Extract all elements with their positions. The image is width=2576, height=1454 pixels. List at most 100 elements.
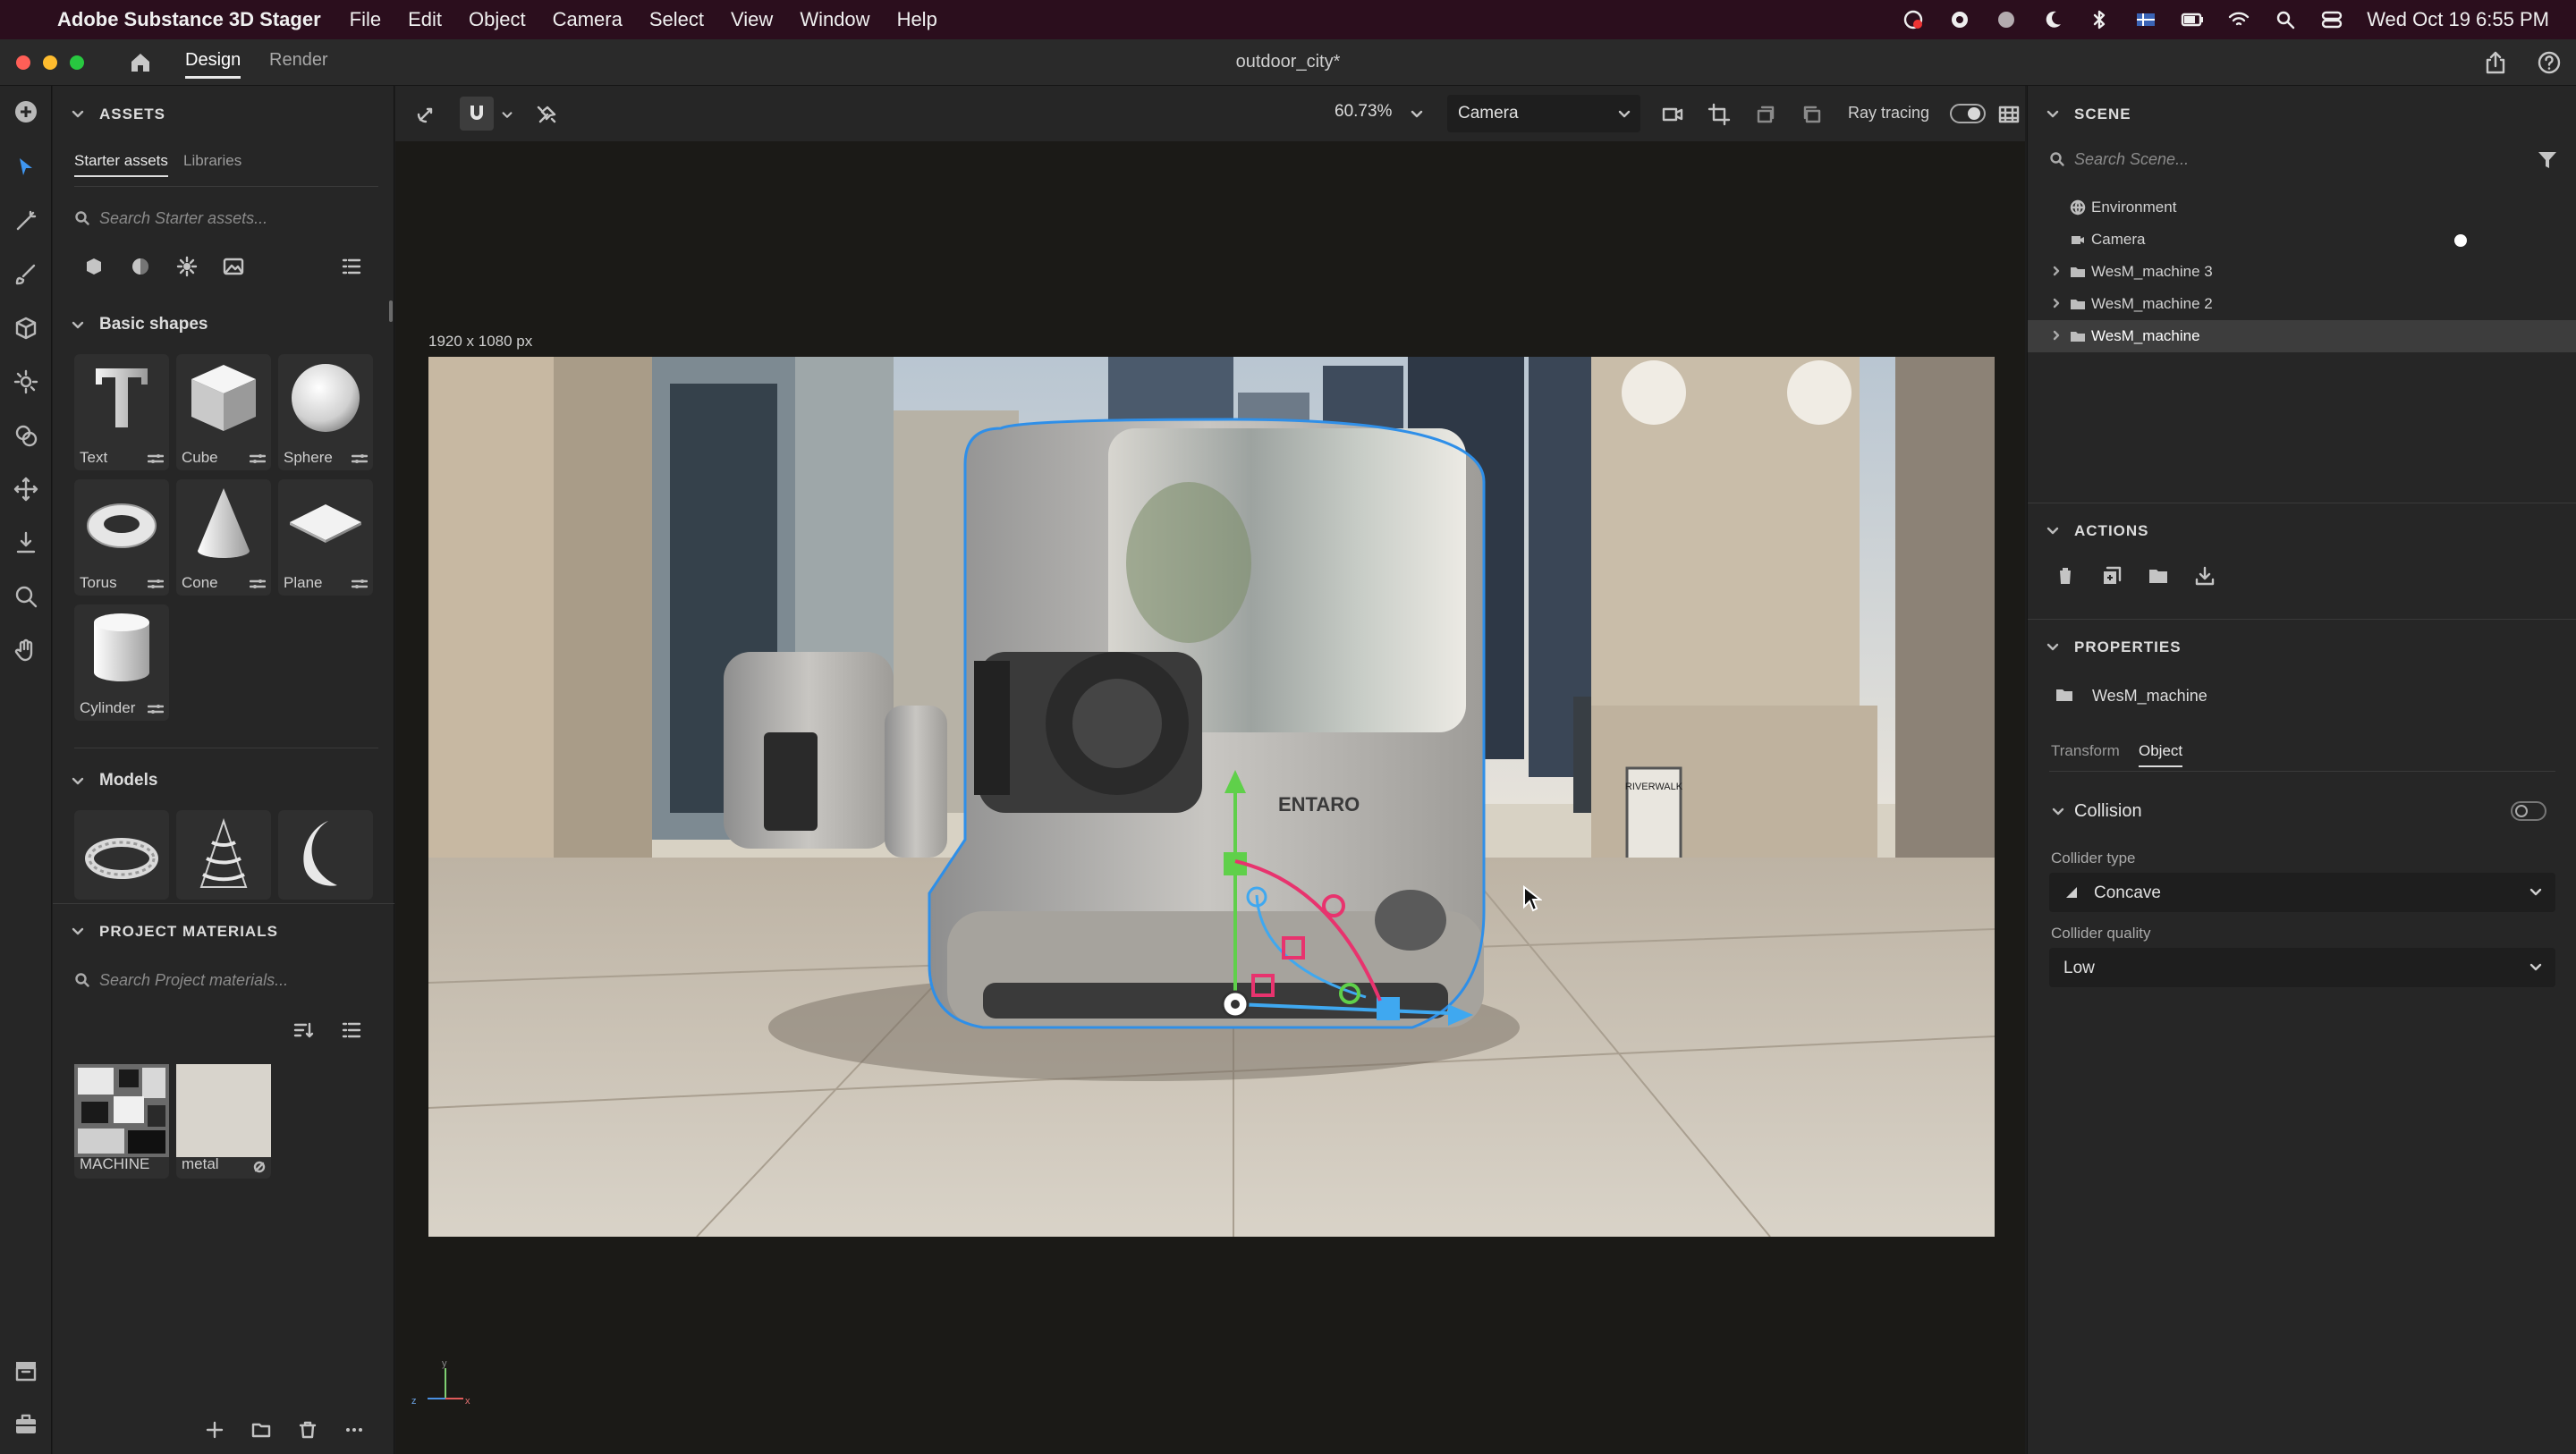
- scene-search-input[interactable]: Search Scene...: [2074, 150, 2189, 169]
- material-tile-metal[interactable]: metal: [176, 1064, 271, 1179]
- select-tool-icon[interactable]: [13, 154, 39, 181]
- asset-tile-cube[interactable]: Cube: [176, 354, 271, 470]
- move-tool-icon[interactable]: [13, 476, 39, 503]
- tab-libraries[interactable]: Libraries: [183, 152, 242, 170]
- toolbox-icon[interactable]: [13, 1411, 39, 1438]
- filter-materials-icon[interactable]: [130, 256, 151, 277]
- filter-lights-icon[interactable]: [176, 256, 198, 277]
- assets-search-input[interactable]: Search Starter assets...: [99, 209, 267, 228]
- folder-icon[interactable]: [251, 1420, 271, 1440]
- duplicate-icon[interactable]: [2101, 565, 2123, 587]
- chevron-down-icon[interactable]: [71, 925, 85, 939]
- collision-toggle[interactable]: [2511, 801, 2546, 821]
- menu-window[interactable]: Window: [800, 8, 869, 31]
- control-center-icon[interactable]: [2320, 8, 2343, 31]
- camera-view-icon[interactable]: [1660, 102, 1685, 127]
- menu-edit[interactable]: Edit: [408, 8, 442, 31]
- sort-icon[interactable]: [292, 1019, 314, 1041]
- globe-icon[interactable]: [1995, 8, 2018, 31]
- trash-icon[interactable]: [298, 1420, 318, 1440]
- settings-sliders-icon[interactable]: [148, 452, 164, 465]
- filter-images-icon[interactable]: [223, 256, 244, 277]
- settings-sliders-icon[interactable]: [250, 578, 266, 590]
- menu-object[interactable]: Object: [469, 8, 526, 31]
- redo-camera-icon[interactable]: [1800, 102, 1825, 127]
- menu-help[interactable]: Help: [897, 8, 937, 31]
- collider-quality-select[interactable]: Low: [2049, 948, 2555, 987]
- list-view-icon[interactable]: [341, 1019, 362, 1041]
- scene-item-wesm-machine[interactable]: WesM_machine: [2028, 320, 2576, 352]
- project-materials-search[interactable]: Search Project materials...: [74, 962, 378, 998]
- scene-search[interactable]: Search Scene...: [2049, 141, 2532, 177]
- asset-tile-sphere[interactable]: Sphere: [278, 354, 373, 470]
- keyboard-flag-icon[interactable]: [2134, 8, 2157, 31]
- creative-cloud-icon[interactable]: [1902, 8, 1925, 31]
- scrollbar[interactable]: [389, 300, 393, 322]
- asset-tile-cylinder[interactable]: Cylinder: [74, 604, 169, 721]
- settings-sliders-icon[interactable]: [148, 703, 164, 715]
- asset-tile-text[interactable]: Text: [74, 354, 169, 470]
- render-settings-icon[interactable]: [1996, 102, 2021, 127]
- undo-camera-icon[interactable]: [1753, 102, 1778, 127]
- object-name[interactable]: WesM_machine: [2092, 687, 2207, 706]
- app-name-menu[interactable]: Adobe Substance 3D Stager: [57, 8, 321, 31]
- chevron-down-icon[interactable]: [2051, 805, 2065, 819]
- menu-select[interactable]: Select: [649, 8, 704, 31]
- share-icon[interactable]: [2483, 50, 2508, 75]
- tab-transform[interactable]: Transform: [2051, 742, 2120, 760]
- battery-icon[interactable]: [2181, 8, 2204, 31]
- scene-item-environment[interactable]: Environment: [2028, 191, 2576, 224]
- trash-icon[interactable]: [2055, 565, 2076, 587]
- filter-3d-models-icon[interactable]: [83, 256, 105, 277]
- menu-clock[interactable]: Wed Oct 19 6:55 PM: [2367, 8, 2549, 31]
- asset-tile-cone[interactable]: Cone: [176, 479, 271, 596]
- drop-to-ground-icon[interactable]: [13, 529, 39, 556]
- environment-light-icon[interactable]: [13, 368, 39, 395]
- model-tile-crescent[interactable]: [278, 810, 373, 900]
- chevron-down-icon[interactable]: [71, 318, 85, 333]
- menu-file[interactable]: File: [350, 8, 381, 31]
- render-canvas[interactable]: RIVERWALK ENTARO: [428, 357, 1995, 1237]
- asset-tile-torus[interactable]: Torus: [74, 479, 169, 596]
- project-materials-search-input[interactable]: Search Project materials...: [99, 971, 288, 990]
- chevron-down-icon[interactable]: [2046, 107, 2060, 122]
- cube-tool-icon[interactable]: [13, 315, 39, 342]
- add-circle-icon[interactable]: [13, 98, 39, 125]
- zoom-tool-icon[interactable]: [13, 583, 39, 610]
- active-camera-indicator[interactable]: [2454, 234, 2467, 247]
- physics-pin-icon[interactable]: [535, 102, 560, 127]
- zoom-level[interactable]: 60.73%: [1335, 102, 1392, 122]
- chevron-right-icon[interactable]: [2050, 329, 2063, 342]
- chevron-down-icon[interactable]: [71, 774, 85, 789]
- wifi-icon[interactable]: [2227, 8, 2250, 31]
- chevron-down-icon[interactable]: [501, 109, 513, 122]
- camera-select[interactable]: Camera: [1447, 95, 1640, 132]
- moon-icon[interactable]: [2041, 8, 2064, 31]
- chevron-right-icon[interactable]: [2050, 265, 2063, 277]
- filter-icon[interactable]: [2536, 148, 2559, 172]
- transform-gizmo-icon[interactable]: [413, 102, 438, 127]
- unlinked-icon[interactable]: [253, 1161, 266, 1173]
- help-icon[interactable]: [2537, 50, 2562, 75]
- hand-tool-icon[interactable]: [13, 637, 39, 664]
- more-options-icon[interactable]: [344, 1420, 364, 1440]
- model-tile-spiral[interactable]: [176, 810, 271, 900]
- chevron-down-icon[interactable]: [2046, 524, 2060, 538]
- archive-icon[interactable]: [13, 1357, 39, 1384]
- ray-tracing-toggle[interactable]: [1950, 104, 1986, 123]
- menu-camera[interactable]: Camera: [553, 8, 623, 31]
- export-icon[interactable]: [2194, 565, 2216, 587]
- frame-crop-icon[interactable]: [1707, 102, 1732, 127]
- settings-sliders-icon[interactable]: [352, 578, 368, 590]
- settings-sliders-icon[interactable]: [352, 452, 368, 465]
- add-icon[interactable]: [205, 1420, 225, 1440]
- bluetooth-icon[interactable]: [2088, 8, 2111, 31]
- chevron-right-icon[interactable]: [2050, 297, 2063, 309]
- tab-starter-assets[interactable]: Starter assets: [74, 152, 168, 177]
- scene-item-camera[interactable]: Camera: [2028, 224, 2576, 256]
- asset-tile-plane[interactable]: Plane: [278, 479, 373, 596]
- material-tile-machine[interactable]: MACHINE: [74, 1064, 169, 1179]
- snapping-button[interactable]: [460, 97, 494, 131]
- menu-view[interactable]: View: [731, 8, 773, 31]
- chevron-down-icon[interactable]: [71, 107, 85, 122]
